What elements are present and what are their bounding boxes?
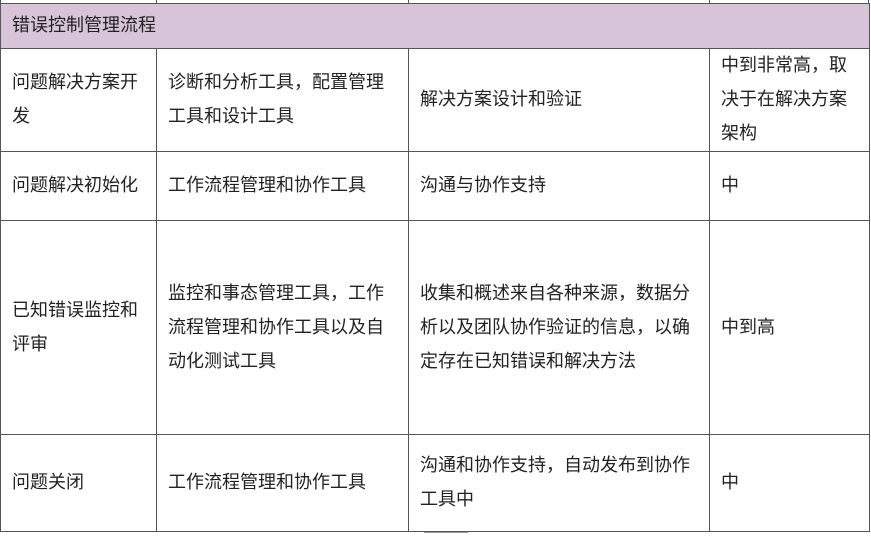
page-edge-mark: [424, 532, 468, 533]
cell-phase: 问题解决初始化: [0, 151, 157, 221]
error-control-table: 错误控制管理流程 问题解决方案开发 诊断和分析工具，配置管理工具和设计工具 解决…: [0, 3, 870, 532]
cell-level: 中到高: [709, 220, 870, 435]
table-row: 已知错误监控和评审 监控和事态管理工具，工作流程管理和协作工具以及自动化测试工具…: [0, 220, 870, 435]
cell-activity: 沟通与协作支持: [408, 151, 710, 221]
cell-activity: 收集和概述来自各种来源，数据分析以及团队协作验证的信息，以确定存在已知错误和解决…: [408, 220, 710, 435]
cell-level: 中到非常高，取决于在解决方案架构: [709, 48, 870, 152]
cell-level: 中: [709, 434, 870, 532]
cell-tools: 工作流程管理和协作工具: [156, 434, 409, 532]
cell-phase: 问题关闭: [0, 434, 157, 532]
cell-phase: 已知错误监控和评审: [0, 220, 157, 435]
table-row: 问题解决方案开发 诊断和分析工具，配置管理工具和设计工具 解决方案设计和验证 中…: [0, 48, 870, 152]
table-row: 问题关闭 工作流程管理和协作工具 沟通和协作支持，自动发布到协作工具中 中: [0, 434, 870, 532]
cell-level: 中: [709, 151, 870, 221]
cell-tools: 诊断和分析工具，配置管理工具和设计工具: [156, 48, 409, 152]
cell-activity: 解决方案设计和验证: [408, 48, 710, 152]
section-title: 错误控制管理流程: [0, 3, 870, 49]
cell-activity: 沟通和协作支持，自动发布到协作工具中: [408, 434, 710, 532]
cell-tools: 监控和事态管理工具，工作流程管理和协作工具以及自动化测试工具: [156, 220, 409, 435]
table-row: 问题解决初始化 工作流程管理和协作工具 沟通与协作支持 中: [0, 151, 870, 221]
table-section-header: 错误控制管理流程: [0, 3, 870, 49]
cell-tools: 工作流程管理和协作工具: [156, 151, 409, 221]
cell-phase: 问题解决方案开发: [0, 48, 157, 152]
